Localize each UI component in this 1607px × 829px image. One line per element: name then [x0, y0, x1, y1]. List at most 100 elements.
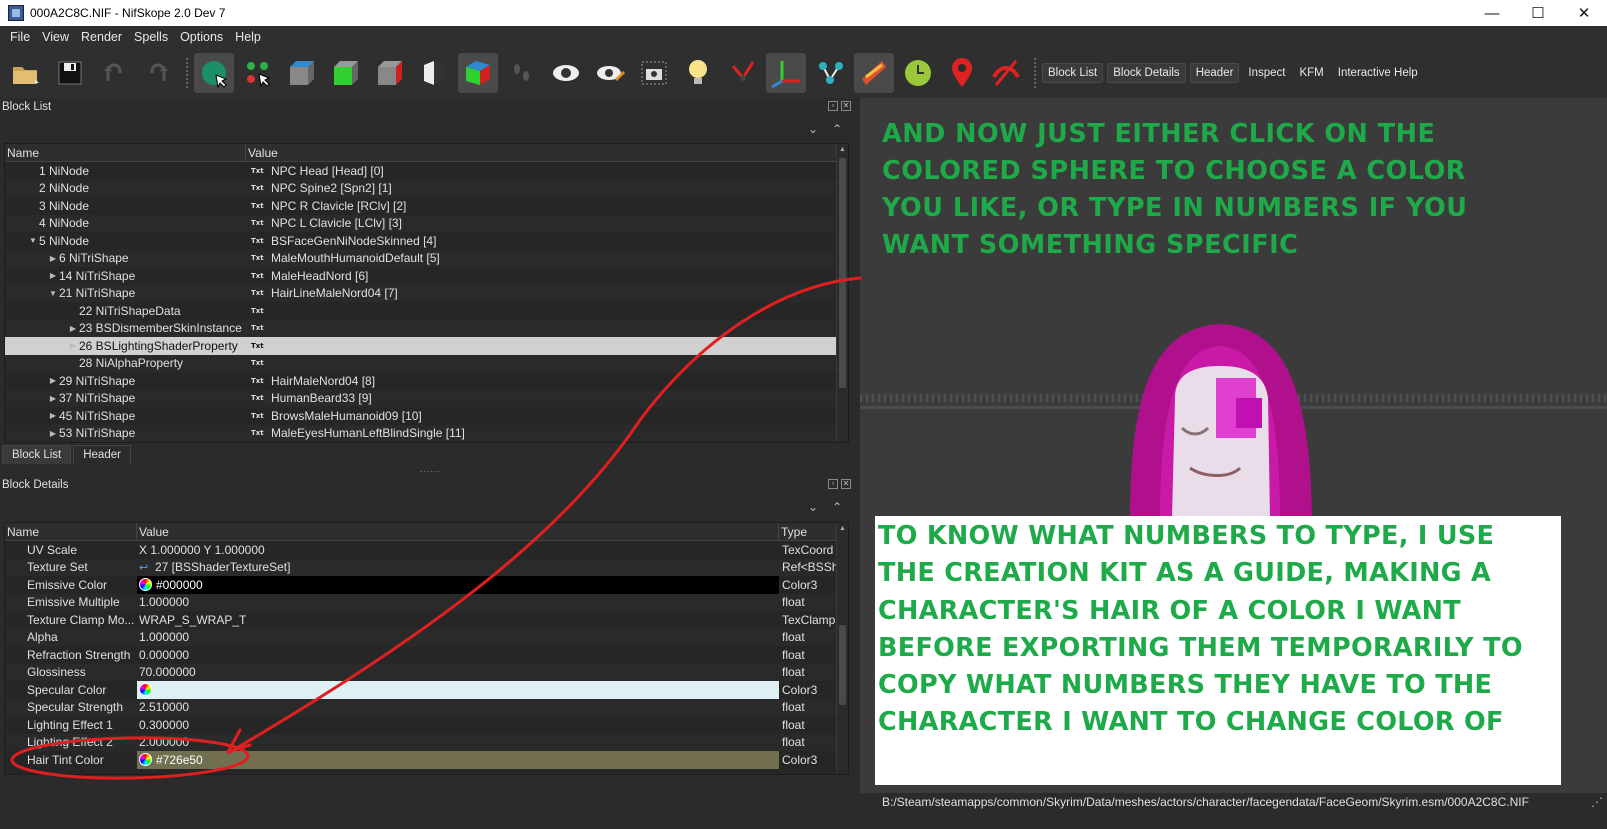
column-header-name[interactable]: Name	[5, 523, 137, 541]
block-list-row[interactable]: ▶ 53 NiTriShape Txt MaleEyesHumanLeftBlindS…	[5, 424, 848, 442]
view-perspective-cube-icon[interactable]	[458, 53, 498, 93]
open-folder-icon[interactable]	[6, 53, 46, 93]
block-list-row[interactable]: 3 NiNode Txt NPC R Clavicle [RClv] [2]	[5, 197, 848, 215]
maximize-button[interactable]: ☐	[1515, 0, 1561, 26]
field-value-cell[interactable]: X 1.000000 Y 1.000000	[137, 541, 779, 559]
field-value-cell[interactable]: #000000	[137, 576, 779, 594]
column-header-value[interactable]: Value	[246, 144, 836, 162]
block-list-row[interactable]: 22 NiTriShapeData Txt	[5, 302, 848, 320]
expand-right-icon[interactable]: ▶	[47, 254, 59, 263]
resize-grip-icon[interactable]: ⋰	[1591, 795, 1603, 809]
expand-down-icon[interactable]: ▼	[47, 289, 59, 298]
float-icon[interactable]: ▫	[828, 101, 838, 111]
splitter-handle[interactable]: ......	[420, 464, 441, 474]
edit-eye-icon[interactable]	[590, 53, 630, 93]
block-details-row[interactable]: Specular Color #dff0f4 Color3	[5, 681, 848, 699]
expand-right-icon[interactable]: ▶	[67, 341, 79, 350]
menu-file[interactable]: File	[4, 30, 36, 44]
scroll-thumb[interactable]	[839, 625, 846, 705]
color-wheel-icon[interactable]	[139, 683, 152, 697]
block-list-row[interactable]: 2 NiNode Txt NPC Spine2 [Spn2] [1]	[5, 179, 848, 197]
view-user-icon[interactable]	[414, 53, 454, 93]
view-top-cube-icon[interactable]	[282, 53, 322, 93]
menu-spells[interactable]: Spells	[128, 30, 174, 44]
tab-header[interactable]: Header	[73, 445, 131, 464]
select-vertex-icon[interactable]	[238, 53, 278, 93]
field-value-cell[interactable]: 70.000000	[137, 664, 779, 682]
expand-right-icon[interactable]: ▶	[47, 376, 59, 385]
field-value-cell[interactable]: ↩ 27 [BSShaderTextureSet]	[137, 559, 779, 577]
toolbar-block-details-button[interactable]: Block Details	[1107, 63, 1186, 83]
axes-icon[interactable]	[766, 53, 806, 93]
column-header-type[interactable]: Type	[779, 523, 837, 541]
column-header-value[interactable]: Value	[137, 523, 779, 541]
expand-down-icon[interactable]: ▼	[27, 236, 39, 245]
block-list-row[interactable]: ▼ 5 NiNode Txt BSFaceGenNiNodeSkinned [4]	[5, 232, 848, 250]
expand-right-icon[interactable]: ▶	[47, 429, 59, 438]
block-list-row[interactable]: ▶ 45 NiTriShape Txt BrowsMaleHumanoid09 [10…	[5, 407, 848, 425]
redo-icon[interactable]	[138, 53, 178, 93]
menu-view[interactable]: View	[36, 30, 75, 44]
field-value-cell[interactable]: 0.000000	[137, 646, 779, 664]
block-details-row[interactable]: Lighting Effect 2 2.000000 float	[5, 733, 848, 752]
marker-pin-icon[interactable]	[942, 53, 982, 93]
menu-options[interactable]: Options	[174, 30, 229, 44]
field-value-cell[interactable]: WRAP_S_WRAP_T	[137, 611, 779, 629]
lighting-bulb-icon[interactable]	[678, 53, 718, 93]
expand-right-icon[interactable]: ▶	[47, 271, 59, 280]
link-ref-icon[interactable]: ↩	[139, 561, 151, 574]
field-value-cell[interactable]: 1.000000	[137, 629, 779, 647]
select-sphere-icon[interactable]	[194, 53, 234, 93]
vertex-normals-icon[interactable]	[722, 53, 762, 93]
field-value-cell[interactable]: #726e50	[137, 751, 779, 769]
block-list-row[interactable]: ▶ 6 NiTriShape Txt MaleMouthHumanoidDefault…	[5, 249, 848, 267]
view-front-cube-icon[interactable]	[326, 53, 366, 93]
toolbar-inspect-button[interactable]: Inspect	[1243, 64, 1290, 82]
block-details-row[interactable]: Refraction Strength 0.000000 float	[5, 646, 848, 664]
block-details-row[interactable]: Glossiness 70.000000 float	[5, 663, 848, 682]
block-list-row[interactable]: 4 NiNode Txt NPC L Clavicle [LClv] [3]	[5, 214, 848, 232]
block-details-row[interactable]: Lighting Effect 1 0.300000 float	[5, 716, 848, 734]
field-value-cell[interactable]: 2.510000	[137, 699, 779, 717]
toolbar-block-list-button[interactable]: Block List	[1042, 63, 1104, 83]
toolbar-kfm-button[interactable]: KFM	[1294, 64, 1328, 82]
block-details-scrollbar[interactable]: ▲	[836, 523, 848, 774]
block-details-row[interactable]: Specular Strength 2.510000 float	[5, 698, 848, 717]
expand-right-icon[interactable]: ▶	[67, 324, 79, 333]
close-icon[interactable]: ✕	[841, 101, 851, 111]
hide-constraints-icon[interactable]	[986, 53, 1026, 93]
save-icon[interactable]	[50, 53, 90, 93]
color-wheel-icon[interactable]	[139, 578, 152, 592]
block-list-row[interactable]: 1 NiNode Txt NPC Head [Head] [0]	[5, 162, 848, 180]
block-details-row[interactable]: UV Scale X 1.000000 Y 1.000000 TexCoord	[5, 541, 848, 559]
block-details-row[interactable]: Texture Clamp Mo... WRAP_S_WRAP_T TexClamp…	[5, 611, 848, 629]
field-value-cell[interactable]: #dff0f4	[137, 681, 779, 699]
expand-right-icon[interactable]: ▶	[47, 411, 59, 420]
block-list-scrollbar[interactable]: ▲	[836, 144, 848, 442]
toolbar-header-button[interactable]: Header	[1189, 63, 1240, 83]
toolbar-interactive-help-button[interactable]: Interactive Help	[1333, 64, 1423, 82]
walk-mode-icon[interactable]	[502, 53, 542, 93]
block-details-row[interactable]: Texture Set ↩ 27 [BSShaderTextureSet] Ref<B…	[5, 558, 848, 577]
chevron-up-icon[interactable]: ⌃	[832, 122, 842, 136]
block-details-row[interactable]: Hair Tint Color #726e50 Color3	[5, 751, 848, 769]
scroll-up-icon[interactable]: ▲	[837, 523, 848, 535]
block-list-row[interactable]: ▶ 14 NiTriShape Txt MaleHeadNord [6]	[5, 267, 848, 285]
block-details-row[interactable]: Alpha 1.000000 float	[5, 628, 848, 647]
color-wheel-icon[interactable]	[139, 753, 152, 767]
block-details-row[interactable]: Emissive Color #000000 Color3	[5, 576, 848, 594]
block-list-row[interactable]: ▶ 23 BSDismemberSkinInstance Txt	[5, 319, 848, 337]
chevron-down-icon[interactable]: ⌄	[808, 122, 818, 136]
nodes-icon[interactable]	[810, 53, 850, 93]
chevron-up-icon[interactable]: ⌃	[832, 500, 842, 514]
minimize-button[interactable]: —	[1469, 0, 1515, 26]
close-button[interactable]: ✕	[1561, 0, 1607, 26]
field-value-cell[interactable]: 2.000000	[137, 734, 779, 752]
screenshot-camera-icon[interactable]	[634, 53, 674, 93]
animation-clock-icon[interactable]	[898, 53, 938, 93]
expand-right-icon[interactable]: ▶	[47, 394, 59, 403]
tab-block-list[interactable]: Block List	[2, 445, 72, 464]
field-value-cell[interactable]: 1.000000	[137, 594, 779, 612]
scroll-thumb[interactable]	[839, 158, 846, 388]
block-list-row[interactable]: ▶ 29 NiTriShape Txt HairMaleNord04 [8]	[5, 372, 848, 390]
